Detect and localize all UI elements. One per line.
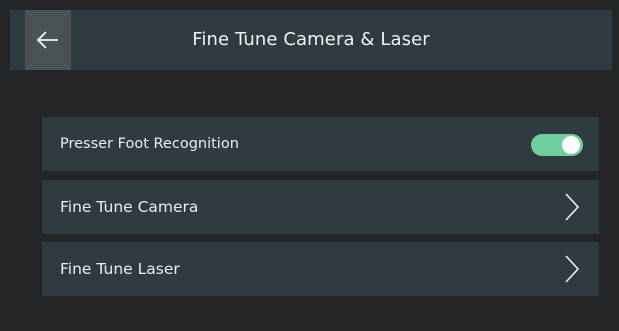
presser-foot-recognition-label: Presser Foot Recognition xyxy=(60,136,239,152)
presser-foot-recognition-row: Presser Foot Recognition xyxy=(42,117,599,171)
fine-tune-laser-label: Fine Tune Laser xyxy=(60,260,180,278)
toggle-knob xyxy=(562,136,580,154)
fine-tune-laser-row[interactable]: Fine Tune Laser xyxy=(42,242,599,296)
chevron-right-icon xyxy=(565,193,580,221)
fine-tune-camera-label: Fine Tune Camera xyxy=(60,198,199,216)
chevron-right-icon xyxy=(565,255,580,283)
fine-tune-camera-row[interactable]: Fine Tune Camera xyxy=(42,180,599,234)
presser-foot-recognition-toggle[interactable] xyxy=(531,134,583,156)
page-title: Fine Tune Camera & Laser xyxy=(192,29,430,50)
app-header: Fine Tune Camera & Laser xyxy=(10,10,612,70)
